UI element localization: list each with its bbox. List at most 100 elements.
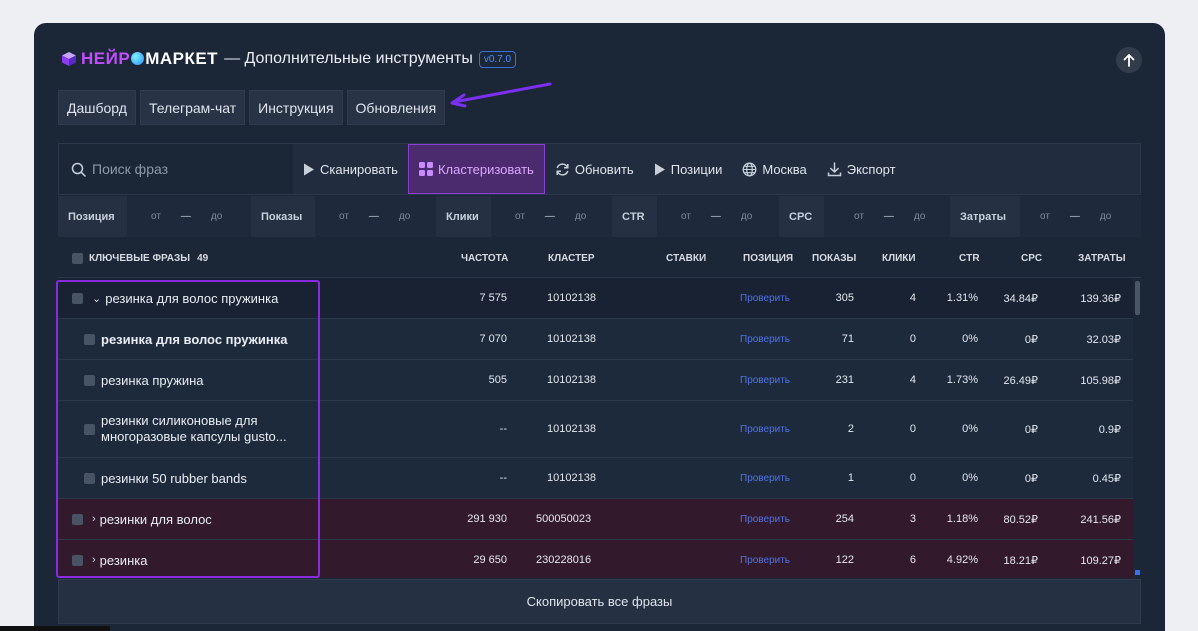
select-all-checkbox[interactable]	[72, 252, 83, 264]
row-checkbox[interactable]	[84, 472, 95, 484]
filter-clicks-label: Клики	[436, 196, 491, 237]
shows-cell: 231	[835, 374, 854, 386]
scroll-top-button[interactable]	[1116, 47, 1142, 73]
check-position-link[interactable]: Проверить	[740, 555, 790, 566]
check-position-link[interactable]: Проверить	[740, 473, 790, 484]
shows-cell: 254	[835, 513, 854, 525]
table-row[interactable]: резинка для волос пружинка 7 070 1010213…	[58, 319, 1133, 360]
table-scrollbar[interactable]	[1134, 278, 1141, 598]
header-keywords: КЛЮЧЕВЫЕ ФРАЗЫ 49	[72, 238, 208, 278]
header-cpc[interactable]: CPC	[1021, 238, 1042, 278]
play-icon	[304, 163, 314, 175]
chevron-right-icon[interactable]: ›	[92, 513, 96, 525]
filter-cpc-range[interactable]: от — до	[824, 211, 950, 222]
filter-costs-range[interactable]: от — до	[1020, 211, 1140, 222]
clicks-cell: 6	[909, 554, 916, 566]
download-icon	[827, 161, 841, 176]
search-icon	[71, 162, 86, 177]
scrollbar-thumb[interactable]	[1135, 281, 1140, 315]
clicks-cell: 0	[909, 333, 916, 345]
refresh-button[interactable]: Обновить	[545, 144, 644, 194]
phrase-text: резинка	[99, 552, 148, 568]
filter-shows-range[interactable]: от — до	[315, 211, 436, 222]
cluster-cell: 500050023	[536, 513, 592, 525]
table-row[interactable]: резинки 50 rubber bands -- 10102138 Пров…	[58, 458, 1133, 499]
scan-button[interactable]: Сканировать	[293, 144, 408, 194]
table-row[interactable]: › резинка 29 650 230228016 Проверить 122 …	[58, 540, 1133, 578]
filter-position-label: Позиция	[58, 196, 127, 237]
filter-cpc-label: CPC	[779, 196, 824, 237]
nav-telegram-button[interactable]: Телеграм-чат	[139, 90, 246, 125]
brand-logo: НЕЙР МАРКЕТ	[81, 49, 219, 68]
shows-cell: 122	[835, 554, 854, 566]
shows-cell: 2	[847, 423, 854, 435]
header-shows[interactable]: ПОКАЗЫ	[812, 238, 856, 278]
clicks-cell: 3	[909, 513, 916, 525]
export-button[interactable]: Экспорт	[817, 144, 906, 194]
logo-cube-icon	[61, 51, 77, 67]
cpc-cell: 0₽	[1024, 333, 1038, 346]
toolbar: Поиск фраз Сканировать Кластеризовать Об…	[58, 143, 1141, 195]
table-row[interactable]: резинка пружина 505 10102138 Проверить 2…	[58, 360, 1133, 401]
filter-shows-label: Показы	[251, 196, 315, 237]
cpc-cell: 18.21₽	[1003, 554, 1038, 567]
check-position-link[interactable]: Проверить	[740, 334, 790, 345]
header-costs[interactable]: ЗАТРАТЫ	[1078, 238, 1126, 278]
nav-dashboard-button[interactable]: Дашборд	[58, 90, 136, 125]
play-icon	[654, 163, 665, 175]
ctr-cell: 1.18%	[946, 513, 978, 525]
nav-instructions-button[interactable]: Инструкция	[249, 90, 343, 125]
shows-cell: 305	[835, 292, 854, 304]
phrase-text: резинка пружина	[101, 372, 204, 388]
row-checkbox[interactable]	[72, 554, 83, 566]
cpc-cell: 80.52₽	[1003, 513, 1038, 526]
header-frequency[interactable]: ЧАСТОТА	[461, 238, 508, 278]
row-checkbox[interactable]	[72, 292, 83, 304]
nav-updates-button[interactable]: Обновления	[346, 90, 446, 125]
clicks-cell: 4	[909, 292, 916, 304]
check-position-link[interactable]: Проверить	[740, 375, 790, 386]
row-checkbox[interactable]	[84, 374, 95, 386]
table-row[interactable]: резинки силиконовые для многоразовые капс…	[58, 401, 1133, 458]
header-ctr[interactable]: CTR	[959, 238, 980, 278]
cluster-button[interactable]: Кластеризовать	[407, 144, 545, 194]
frequency-cell: 7 575	[479, 292, 507, 304]
region-button[interactable]: Москва	[732, 144, 816, 194]
check-position-link[interactable]: Проверить	[740, 424, 790, 435]
clicks-cell: 0	[909, 472, 916, 484]
check-position-link[interactable]: Проверить	[740, 514, 790, 525]
filter-ctr-range[interactable]: от — до	[657, 211, 779, 222]
row-checkbox[interactable]	[84, 423, 95, 435]
cpc-cell: 34.84₽	[1003, 292, 1038, 305]
copy-all-phrases-button[interactable]: Скопировать все фразы	[58, 579, 1141, 624]
globe-icon	[742, 162, 757, 176]
table-row[interactable]: ⌄ резинка для волос пружинка 7 575 101021…	[58, 278, 1133, 319]
check-position-link[interactable]: Проверить	[740, 293, 790, 304]
cluster-cell: 10102138	[547, 333, 596, 345]
grid-icon	[418, 162, 433, 176]
frequency-cell: 29 650	[473, 554, 507, 566]
ctr-cell: 0%	[962, 333, 978, 345]
row-checkbox[interactable]	[72, 513, 83, 525]
costs-cell: 32.03₽	[1086, 333, 1121, 346]
header: НЕЙР МАРКЕТ — Дополнительные инструменты …	[61, 48, 517, 70]
header-position[interactable]: ПОЗИЦИЯ	[743, 238, 793, 278]
header-clicks[interactable]: КЛИКИ	[882, 238, 916, 278]
header-cluster[interactable]: КЛАСТЕР	[548, 238, 595, 278]
shows-cell: 71	[841, 333, 854, 345]
chevron-down-icon[interactable]: ⌄	[92, 292, 101, 305]
cpc-cell: 26.49₽	[1003, 374, 1038, 387]
table-row[interactable]: › резинки для волос 291 930 500050023 Про…	[58, 499, 1133, 540]
positions-button[interactable]: Позиции	[644, 144, 733, 194]
filter-clicks-range[interactable]: от — до	[491, 211, 612, 222]
header-bids[interactable]: СТАВКИ	[666, 238, 706, 278]
cluster-cell: 10102138	[547, 472, 596, 484]
nav-bar: Дашборд Телеграм-чат Инструкция Обновлен…	[58, 90, 446, 125]
shows-cell: 1	[847, 472, 854, 484]
chevron-right-icon[interactable]: ›	[92, 554, 96, 566]
search-input[interactable]: Поиск фраз	[59, 144, 293, 194]
clicks-cell: 0	[909, 423, 916, 435]
filter-position-range[interactable]: от — до	[127, 211, 251, 222]
row-checkbox[interactable]	[84, 333, 95, 345]
costs-cell: 0.9₽	[1098, 423, 1121, 436]
